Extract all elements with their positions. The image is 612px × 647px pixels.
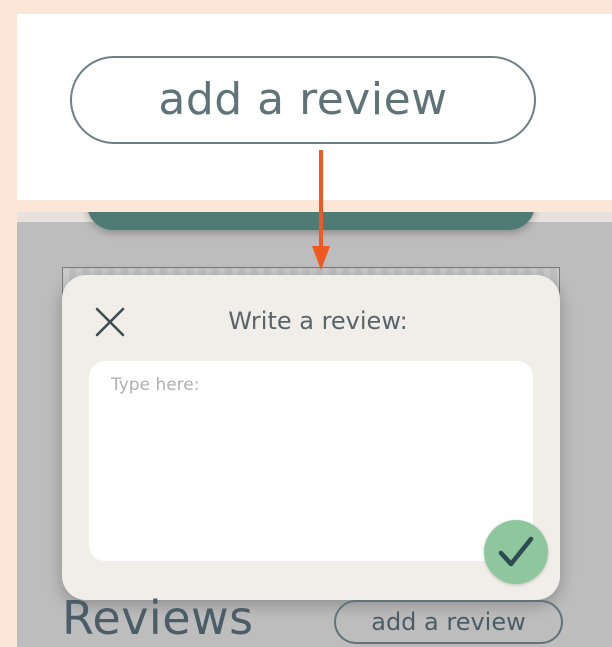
review-textarea[interactable] (89, 361, 533, 561)
add-review-button-zoomed[interactable]: add a review (70, 56, 536, 144)
review-modal: Write a review: (62, 275, 560, 600)
reviews-heading: Reviews (62, 591, 254, 645)
submit-review-button[interactable] (484, 520, 548, 584)
arrow-down-icon (312, 150, 330, 270)
checkmark-icon (498, 536, 534, 567)
add-review-button[interactable]: add a review (334, 600, 563, 644)
app-screen: Write a review: Reviews add a review (17, 212, 612, 647)
modal-title: Write a review: (228, 307, 408, 335)
